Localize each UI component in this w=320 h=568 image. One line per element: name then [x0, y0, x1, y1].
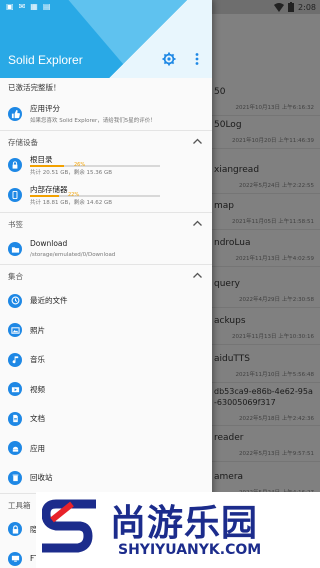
status-bar-right: 2:08	[274, 1, 316, 13]
collection-music[interactable]: 音乐	[0, 345, 212, 375]
storage-usage-bar	[30, 165, 160, 167]
app-title: Solid Explorer	[8, 53, 83, 67]
notification-icon: ✉	[18, 2, 26, 11]
music-icon	[8, 352, 22, 367]
watermark-brand-en: SHYIYUANYK.COM	[118, 542, 262, 558]
collection-label: 应用	[30, 443, 45, 453]
collection-video[interactable]: 视频	[0, 375, 212, 405]
video-icon	[8, 382, 22, 397]
android-icon	[8, 441, 22, 456]
collection-photos[interactable]: 照片	[0, 316, 212, 346]
storage-usage-fill	[30, 195, 59, 197]
rate-app-sub: 如果您喜欢 Solid Explorer，请给我们5星的评价！	[30, 118, 156, 124]
section-storage[interactable]: 存储设备	[0, 130, 212, 152]
collection-label: 音乐	[30, 355, 45, 365]
notification-icon: ▦	[30, 2, 38, 11]
trash-icon	[8, 470, 22, 485]
drawer-header: ▣ ✉ ▦ ▤ Solid Explorer	[0, 0, 212, 78]
storage-root[interactable]: 根目录 26% 共计 20.51 GB，剩余 15.36 GB	[0, 152, 212, 182]
pro-activated-note: 已激活完整版！	[8, 83, 61, 92]
collection-label: 视频	[30, 384, 45, 394]
section-title: 工具箱	[8, 500, 31, 510]
phone-icon	[8, 188, 22, 202]
collection-trash[interactable]: 回收站	[0, 463, 212, 493]
collection-recent[interactable]: 最近的文件	[0, 286, 212, 316]
watermark-brand-cn: 尚游乐园	[110, 503, 259, 544]
ftp-icon	[8, 551, 22, 566]
chevron-up-icon[interactable]	[193, 272, 202, 278]
bookmark-label: Download	[30, 239, 68, 248]
section-collections[interactable]: 集合	[0, 264, 212, 286]
notification-icon: ▤	[42, 2, 51, 11]
lock-icon	[8, 522, 22, 537]
storage-label: 根目录	[30, 155, 53, 164]
more-options-icon[interactable]	[193, 52, 201, 66]
photo-icon	[8, 323, 22, 338]
watermark: 尚游乐园 SHYIYUANYK.COM	[36, 492, 320, 568]
storage-usage-bar	[30, 195, 160, 197]
notification-icon: ▣	[6, 2, 14, 11]
bookmark-path: /storage/emulated/0/Download	[30, 252, 116, 258]
collection-apps[interactable]: 应用	[0, 434, 212, 464]
bookmark-download[interactable]: Download /storage/emulated/0/Download	[0, 234, 212, 264]
section-title: 集合	[8, 272, 23, 281]
section-title: 书签	[8, 220, 23, 229]
chevron-up-icon[interactable]	[193, 220, 202, 226]
collection-label: 最近的文件	[30, 296, 68, 306]
storage-internal[interactable]: 内部存储器 22% 共计 18.81 GB，剩余 14.62 GB	[0, 182, 212, 212]
rate-app-item[interactable]: 应用评分 如果您喜欢 Solid Explorer，请给我们5星的评价！	[0, 98, 212, 130]
collection-documents[interactable]: 文档	[0, 404, 212, 434]
collection-label: 回收站	[30, 473, 53, 483]
settings-gear-icon[interactable]	[162, 52, 176, 66]
clock-icon	[8, 293, 22, 308]
collection-label: 文档	[30, 414, 45, 424]
navigation-drawer: ▣ ✉ ▦ ▤ Solid Explorer 已激活完整版！ 应用评分 如果您喜…	[0, 0, 212, 568]
storage-label: 内部存储器	[30, 185, 68, 194]
lock-icon	[8, 158, 22, 172]
status-time: 2:08	[298, 2, 316, 12]
section-title: 存储设备	[8, 138, 38, 147]
storage-sub: 共计 18.81 GB，剩余 14.62 GB	[30, 200, 113, 206]
folder-icon	[8, 242, 22, 256]
wifi-icon	[274, 2, 285, 12]
brand-logo-icon	[42, 499, 96, 553]
document-icon	[8, 411, 22, 426]
chevron-up-icon[interactable]	[193, 138, 202, 144]
storage-usage-fill	[30, 165, 64, 167]
rate-app-label: 应用评分	[30, 104, 60, 113]
section-bookmarks[interactable]: 书签	[0, 212, 212, 234]
collection-label: 照片	[30, 325, 45, 335]
status-icons-left: ▣ ✉ ▦ ▤	[6, 2, 50, 11]
thumbs-up-icon	[8, 107, 22, 121]
battery-icon	[288, 2, 295, 12]
storage-sub: 共计 20.51 GB，剩余 15.36 GB	[30, 170, 113, 176]
